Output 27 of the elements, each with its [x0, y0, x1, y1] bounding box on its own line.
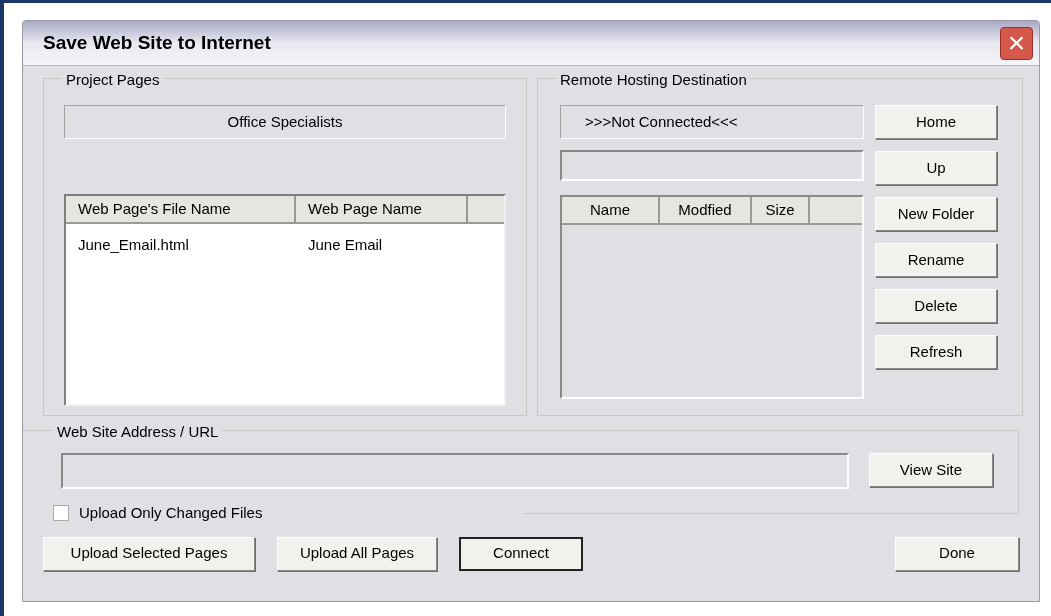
- connection-status-field: >>>Not Connected<<<: [560, 105, 864, 139]
- checkbox-label: Upload Only Changed Files: [79, 503, 263, 523]
- project-name-field: Office Specialists: [64, 105, 506, 139]
- remote-button[interactable]: Delete: [875, 289, 997, 323]
- remote-button[interactable]: Rename: [875, 243, 997, 277]
- column-header[interactable]: Name: [562, 197, 660, 223]
- remote-button[interactable]: New Folder: [875, 197, 997, 231]
- view-site-button[interactable]: View Site: [869, 453, 993, 487]
- page-row[interactable]: June_Email.html June Email: [66, 232, 504, 258]
- dialog-button[interactable]: Done: [895, 536, 1019, 571]
- dialog-button[interactable]: Upload Selected Pages: [43, 536, 255, 571]
- table-cell-text: June Email: [307, 234, 384, 255]
- column-header[interactable]: Size: [752, 197, 810, 223]
- close-button[interactable]: ×: [1000, 26, 1033, 60]
- dialog-button[interactable]: Upload All Pages: [277, 536, 437, 571]
- checkbox[interactable]: [53, 505, 69, 522]
- url-field[interactable]: [61, 453, 849, 489]
- remote-button[interactable]: Up: [875, 151, 997, 185]
- table-cell-text: June_Email.html: [77, 234, 190, 255]
- remote-button[interactable]: Home: [875, 105, 997, 139]
- column-header[interactable]: Modfied: [660, 197, 752, 223]
- column-header[interactable]: Web Page's File Name: [66, 196, 296, 222]
- window-title: Save Web Site to Internet: [43, 30, 271, 55]
- path-field[interactable]: [560, 150, 864, 181]
- remote-button[interactable]: Refresh: [875, 335, 997, 369]
- column-header[interactable]: Web Page Name: [296, 196, 468, 222]
- dialog-button[interactable]: Connect: [459, 536, 583, 571]
